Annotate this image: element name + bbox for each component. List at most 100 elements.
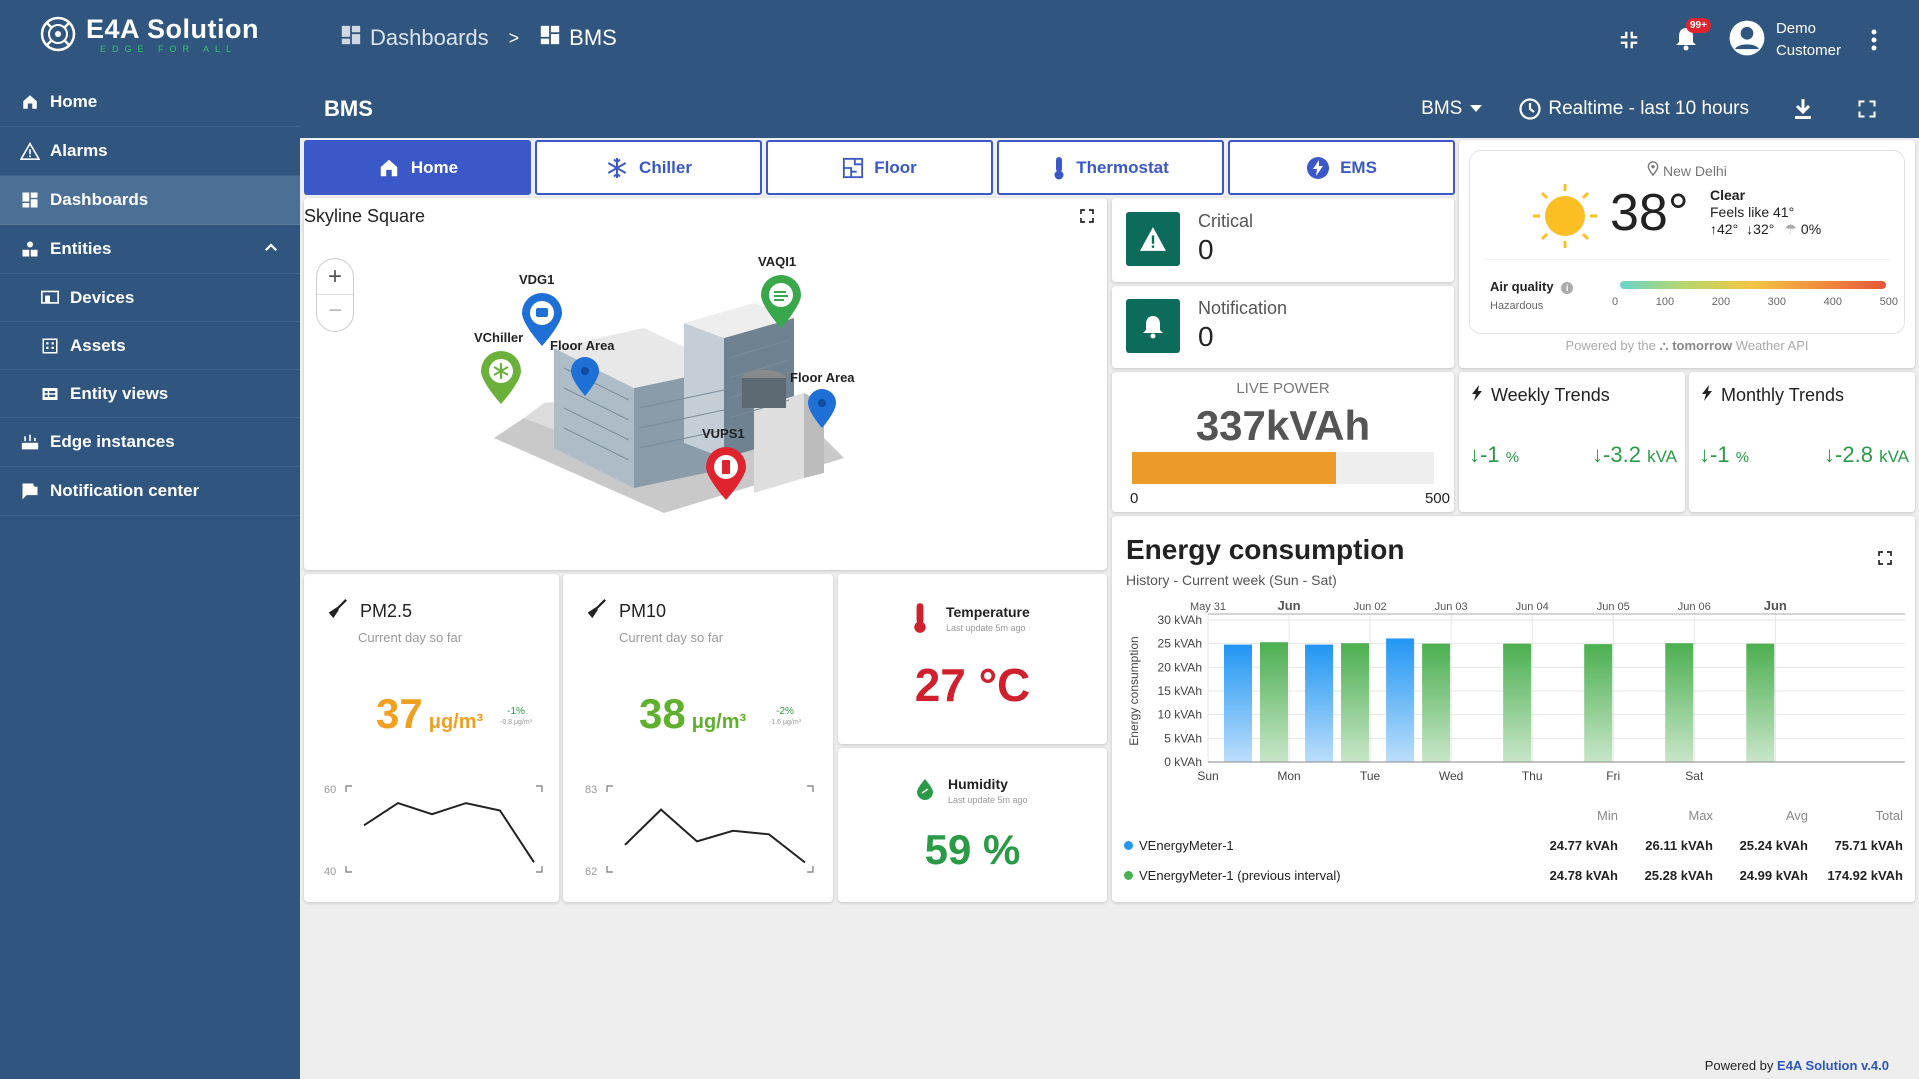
assets-icon — [40, 336, 60, 356]
sidebar-item-home[interactable]: Home — [0, 78, 300, 127]
floor-plan-icon — [843, 157, 864, 178]
top-tick-label: Jun — [1764, 598, 1787, 613]
spark-corner — [807, 866, 814, 873]
fullscreen-icon[interactable] — [1857, 99, 1877, 119]
pm25-subtitle: Current day so far — [358, 630, 463, 645]
spark-corner — [536, 785, 543, 792]
live-power-min: 0 — [1130, 490, 1139, 507]
pin-label: VChiller — [474, 330, 524, 345]
x-tick-label: Wed — [1439, 769, 1463, 783]
tab-floor[interactable]: Floor — [766, 140, 993, 195]
sidebar-item-alarms[interactable]: Alarms — [0, 127, 300, 176]
bar-previous-sat[interactable] — [1746, 643, 1775, 762]
critical-title: Critical — [1198, 211, 1254, 231]
tab-label: Thermostat — [1076, 157, 1169, 177]
notification-alarm-card[interactable]: Notification 0 — [1112, 286, 1454, 368]
exit-fullscreen-icon[interactable] — [1618, 29, 1640, 51]
water-drop-icon — [916, 778, 934, 805]
pm25-delta-sub: -0.8 μg/m³ — [500, 719, 533, 726]
fullscreen-icon[interactable] — [1079, 208, 1095, 224]
tab-thermostat[interactable]: Thermostat — [997, 140, 1224, 195]
state-select[interactable]: BMS — [1421, 98, 1483, 120]
top-tick-label: May 31 — [1190, 601, 1226, 613]
bar-previous-mon[interactable] — [1341, 643, 1370, 762]
pm25-ymin: 40 — [324, 866, 337, 878]
legend-row-previous[interactable]: VEnergyMeter-1 (previous interval) 24.78… — [1124, 868, 1903, 883]
breadcrumb-label: Dashboards — [370, 25, 489, 50]
arrow-down-icon: ↓ — [1824, 442, 1836, 467]
timewindow-button[interactable]: Realtime - last 10 hours — [1518, 97, 1749, 121]
bar-previous-fri[interactable] — [1665, 643, 1694, 762]
x-tick-label: Tue — [1360, 769, 1381, 783]
pm10-delta-sub: -1.6 μg/m³ — [769, 719, 802, 726]
pm10-subtitle: Current day so far — [619, 630, 724, 645]
breadcrumb-label: BMS — [569, 25, 617, 50]
sidebar-item-notification-center[interactable]: Notification center — [0, 467, 300, 516]
more-vert-icon[interactable] — [1871, 29, 1877, 51]
spark-corner — [536, 866, 543, 873]
sidebar-item-assets[interactable]: Assets — [0, 322, 300, 370]
monthly-percent: ↓-1 % — [1699, 442, 1749, 468]
sidebar-item-label: Entities — [50, 239, 112, 258]
info-icon[interactable]: i — [1561, 282, 1574, 294]
map-title: Skyline Square — [304, 206, 426, 226]
zoom-in-button[interactable]: + — [317, 259, 353, 295]
bar-previous-thu[interactable] — [1584, 644, 1613, 762]
weather-feels-like: Feels like 41° — [1710, 204, 1795, 220]
weather-rain: 0% — [1800, 221, 1822, 237]
pm10-ymin: 62 — [585, 866, 598, 878]
humidity-card: Humidity Last update 5m ago 59 % — [838, 748, 1107, 902]
bar-previous-sun[interactable] — [1260, 642, 1288, 762]
tab-chiller[interactable]: Chiller — [535, 140, 762, 195]
building-map-card: Skyline Square + − VDG1 VAQI1 VChiller F… — [304, 198, 1107, 570]
footer-brand-link[interactable]: E4A Solution v.4.0 — [1777, 1058, 1889, 1073]
monthly-percent-value: -1 — [1710, 442, 1730, 467]
brand-title: E4A Solution — [86, 14, 259, 44]
top-tick-label: Jun 06 — [1678, 601, 1711, 613]
sidebar-item-entities[interactable]: Entities — [0, 225, 300, 274]
y-axis-label: Energy consumption — [1127, 636, 1141, 745]
map-pin-floor-area-1[interactable] — [570, 356, 600, 398]
home-icon — [20, 92, 40, 112]
pin-label: VUPS1 — [702, 426, 745, 441]
bar-previous-tue[interactable] — [1422, 643, 1451, 762]
sidebar-item-dashboards[interactable]: Dashboards — [0, 176, 300, 225]
bar-previous-wed[interactable] — [1503, 643, 1532, 762]
legend-avg: 25.24 kVAh — [1739, 838, 1808, 853]
tab-ems[interactable]: EMS — [1228, 140, 1455, 195]
download-icon[interactable] — [1793, 98, 1813, 120]
bar-current-mon[interactable] — [1305, 644, 1334, 762]
bar-current-tue[interactable] — [1386, 638, 1415, 762]
breadcrumb: Dashboards > BMS — [340, 24, 617, 52]
legend-row-current[interactable]: VEnergyMeter-1 24.77 kVAh 26.11 kVAh 25.… — [1124, 838, 1903, 853]
user-menu[interactable]: Demo Customer — [1728, 18, 1841, 62]
brand-mark-icon — [40, 16, 76, 52]
notifications-button[interactable]: 99+ — [1674, 17, 1711, 56]
weather-low: 32° — [1753, 221, 1775, 237]
sidebar-item-label: Alarms — [50, 141, 108, 160]
home-icon — [380, 159, 398, 176]
map-pin-vups1[interactable] — [704, 444, 748, 504]
entity-views-icon — [40, 384, 60, 404]
sun-icon — [1533, 184, 1597, 248]
brand-logo[interactable]: E4A Solution EDGE FOR ALL — [38, 12, 259, 56]
zoom-out-button[interactable]: − — [317, 295, 353, 331]
map-pin-vchiller[interactable] — [479, 350, 523, 406]
critical-alarm-card[interactable]: Critical 0 — [1112, 198, 1454, 282]
bolt-icon — [1701, 384, 1713, 407]
devices-icon — [40, 288, 60, 308]
breadcrumb-dashboards[interactable]: Dashboards — [340, 24, 489, 52]
tab-home[interactable]: Home — [304, 140, 531, 195]
notification-count: 0 — [1198, 321, 1214, 352]
legend-total: 75.71 kVAh — [1834, 838, 1903, 853]
sidebar-item-devices[interactable]: Devices — [0, 274, 300, 322]
bar-current-sun[interactable] — [1224, 644, 1252, 762]
map-pin-vaqi1[interactable] — [759, 274, 803, 330]
attribution-provider: tomorrow — [1672, 338, 1733, 353]
fullscreen-icon[interactable] — [1877, 550, 1893, 566]
sidebar-item-edge-instances[interactable]: Edge instances — [0, 418, 300, 467]
sidebar-item-entity-views[interactable]: Entity views — [0, 370, 300, 418]
map-pin-floor-area-2[interactable] — [807, 388, 837, 430]
chevron-up-icon[interactable] — [262, 239, 280, 262]
thermometer-icon — [912, 602, 928, 639]
